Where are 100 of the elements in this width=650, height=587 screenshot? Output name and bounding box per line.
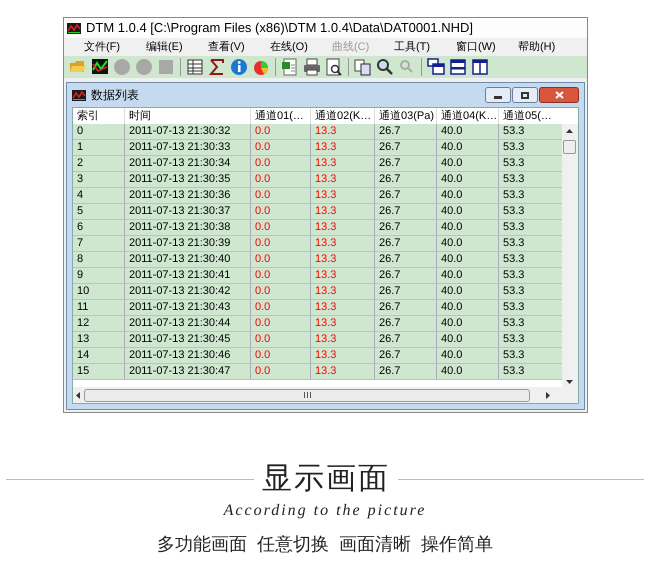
horizontal-scrollbar[interactable] xyxy=(73,387,578,403)
table-cell: 13.3 xyxy=(311,364,375,379)
child-window-title: 数据列表 xyxy=(91,87,140,104)
pie-chart-icon[interactable] xyxy=(252,58,270,76)
table-cell: 10 xyxy=(73,284,125,299)
table-cell: 26.7 xyxy=(375,332,437,347)
print-preview-icon[interactable] xyxy=(325,58,343,76)
restore-button[interactable] xyxy=(512,87,538,103)
cascade-windows-icon[interactable] xyxy=(427,58,445,76)
table-cell: 40.0 xyxy=(437,236,499,251)
spreadsheet-icon[interactable] xyxy=(281,58,299,76)
table-cell: 26.7 xyxy=(375,252,437,267)
table-cell: 0 xyxy=(73,124,125,139)
menu-item[interactable]: 查看(V) xyxy=(208,38,270,56)
table-cell: 13.3 xyxy=(311,252,375,267)
table-cell: 40.0 xyxy=(437,172,499,187)
scroll-up-icon xyxy=(566,129,574,133)
search-icon[interactable] xyxy=(376,58,394,76)
table-cell: 8 xyxy=(73,252,125,267)
scroll-left-icon xyxy=(76,392,80,398)
table-cell: 15 xyxy=(73,364,125,379)
section-subheading: According to the picture xyxy=(222,501,428,521)
table-cell: 13.3 xyxy=(311,188,375,203)
table-cell: 2011-07-13 21:30:35 xyxy=(125,172,251,187)
table-cell: 13.3 xyxy=(311,268,375,283)
table-cell: 26.7 xyxy=(375,204,437,219)
table-cell: 40.0 xyxy=(437,220,499,235)
table-cell: 2011-07-13 21:30:37 xyxy=(125,204,251,219)
table-cell: 40.0 xyxy=(437,332,499,347)
copy-icon[interactable] xyxy=(354,58,372,76)
menu-item[interactable]: 窗口(W) xyxy=(456,38,518,56)
table-cell: 13.3 xyxy=(311,140,375,155)
info-icon[interactable] xyxy=(230,58,248,76)
table-cell: 40.0 xyxy=(437,188,499,203)
window-title: DTM 1.0.4 [C:\Program Files (x86)\DTM 1.0.4\Data\DAT0001.NHD] xyxy=(86,19,473,38)
table-cell: 2011-07-13 21:30:47 xyxy=(125,364,251,379)
app-icon xyxy=(67,22,81,34)
tile-vertical-icon[interactable] xyxy=(471,58,489,76)
scroll-down-icon xyxy=(566,380,574,384)
menu-item[interactable]: 帮助(H) xyxy=(518,38,580,56)
table-cell: 0.0 xyxy=(251,316,311,331)
table-cell: 0.0 xyxy=(251,220,311,235)
scroll-right-icon xyxy=(546,392,550,398)
scroll-thumb[interactable] xyxy=(563,140,576,154)
table-cell: 4 xyxy=(73,188,125,203)
table-cell: 2011-07-13 21:30:46 xyxy=(125,348,251,363)
table-cell: 0.0 xyxy=(251,252,311,267)
menu-item[interactable]: 文件(F) xyxy=(84,38,146,56)
table-cell: 26.7 xyxy=(375,268,437,283)
menu-item[interactable]: 编辑(E) xyxy=(146,38,208,56)
table-cell: 1 xyxy=(73,140,125,155)
table-cell: 7 xyxy=(73,236,125,251)
table-cell: 0.0 xyxy=(251,188,311,203)
feature-list: 多功能画面 任意切换 画面清晰 操作简单 xyxy=(0,531,650,558)
menu-item[interactable]: 工具(T) xyxy=(394,38,456,56)
table-cell: 26.7 xyxy=(375,140,437,155)
table-cell: 13.3 xyxy=(311,236,375,251)
table-cell: 26.7 xyxy=(375,124,437,139)
table-cell: 26.7 xyxy=(375,284,437,299)
table-cell: 40.0 xyxy=(437,252,499,267)
table-cell: 40.0 xyxy=(437,268,499,283)
table-cell: 0.0 xyxy=(251,300,311,315)
printer-icon[interactable] xyxy=(303,58,321,76)
chart-icon[interactable] xyxy=(91,58,109,76)
table-cell: 13.3 xyxy=(311,156,375,171)
table-cell: 0.0 xyxy=(251,284,311,299)
table-cell: 26.7 xyxy=(375,364,437,379)
sigma-icon[interactable] xyxy=(208,58,226,76)
table-cell: 5 xyxy=(73,204,125,219)
table-cell: 11 xyxy=(73,300,125,315)
table-cell: 2011-07-13 21:30:34 xyxy=(125,156,251,171)
table-cell: 40.0 xyxy=(437,316,499,331)
table-icon[interactable] xyxy=(186,58,204,76)
table-cell: 13.3 xyxy=(311,204,375,219)
table-cell: 9 xyxy=(73,268,125,283)
scroll-thumb[interactable] xyxy=(84,388,530,402)
table-cell: 0.0 xyxy=(251,172,311,187)
table-cell: 2011-07-13 21:30:36 xyxy=(125,188,251,203)
table-cell: 6 xyxy=(73,220,125,235)
table-cell: 2011-07-13 21:30:39 xyxy=(125,236,251,251)
table-cell: 0.0 xyxy=(251,268,311,283)
table-cell: 12 xyxy=(73,316,125,331)
table-cell: 14 xyxy=(73,348,125,363)
table-cell: 13.3 xyxy=(311,172,375,187)
table-cell: 13.3 xyxy=(311,284,375,299)
menu-item[interactable]: 在线(O) xyxy=(270,38,332,56)
table-cell: 2011-07-13 21:30:32 xyxy=(125,124,251,139)
minimize-button[interactable] xyxy=(485,87,511,103)
table-cell: 2011-07-13 21:30:38 xyxy=(125,220,251,235)
table-cell: 26.7 xyxy=(375,172,437,187)
table-cell: 2011-07-13 21:30:44 xyxy=(125,316,251,331)
close-button[interactable] xyxy=(539,87,579,103)
table-cell: 0.0 xyxy=(251,236,311,251)
table-cell: 0.0 xyxy=(251,204,311,219)
table-cell: 2011-07-13 21:30:43 xyxy=(125,300,251,315)
tile-horizontal-icon[interactable] xyxy=(449,58,467,76)
vertical-scrollbar[interactable] xyxy=(562,124,578,387)
table-cell: 26.7 xyxy=(375,156,437,171)
table-cell: 2011-07-13 21:30:40 xyxy=(125,252,251,267)
table-cell: 0.0 xyxy=(251,140,311,155)
